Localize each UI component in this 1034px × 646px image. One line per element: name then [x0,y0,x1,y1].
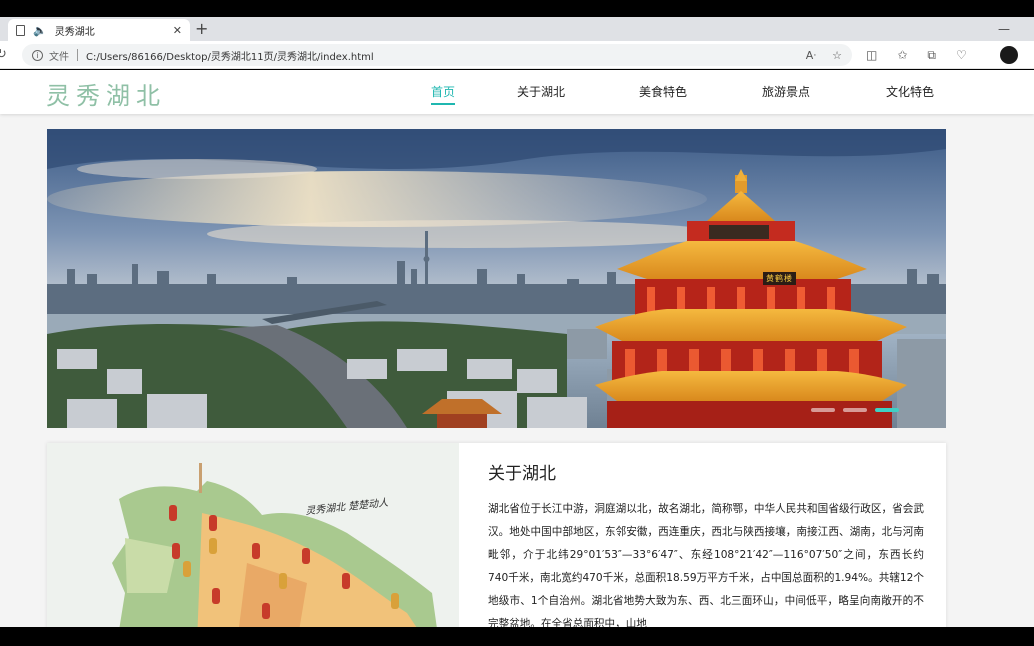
browser-toolbar: ↻ i 文件 C:/Users/86166/Desktop/灵秀湖北11页/灵秀… [0,41,1034,69]
carousel-dot-2[interactable] [843,408,867,412]
profile-avatar[interactable] [1000,46,1018,64]
video-letterbox-top [0,0,1034,17]
read-aloud-icon[interactable]: Aᐧ [806,49,816,62]
nav-culture[interactable]: 文化特色 [848,83,972,100]
yellow-crane-tower-image [47,129,946,428]
file-label: 文件 [49,51,69,63]
hero-banner[interactable]: 黄鹤楼 [47,129,946,428]
nav-home[interactable]: 首页 [406,83,480,100]
site-logo[interactable]: 灵秀湖北 [46,76,166,111]
speaker-icon[interactable]: 🔈 [33,24,47,37]
nav-attractions[interactable]: 旅游景点 [724,83,848,100]
favorites-icon[interactable]: ✩ [897,48,907,63]
extensions-icon[interactable]: ♡ [956,48,967,63]
about-body: 湖北省位于长江中游，洞庭湖以北，故名湖北，简称鄂，中华人民共和国省级行政区，省会… [488,503,924,627]
url-text[interactable]: C:/Users/86166/Desktop/灵秀湖北11页/灵秀湖北/inde… [86,48,374,63]
tower-plaque: 黄鹤楼 [763,272,796,285]
info-icon[interactable]: i [32,49,43,61]
divider [77,49,78,61]
new-tab-button[interactable]: + [195,19,208,39]
favorite-icon[interactable]: ☆ [832,49,842,62]
carousel-dot-1[interactable] [811,408,835,412]
carousel-indicators [811,408,899,412]
video-letterbox-bottom [0,627,1034,646]
about-hubei-section: 灵秀湖北 楚楚动人 关于湖北 湖北省位于长江中游，洞庭湖以北，故名湖北，简称鄂，… [47,443,946,627]
close-tab-icon[interactable]: ✕ [173,24,182,37]
page-icon [16,24,25,36]
hubei-map-image: 灵秀湖北 楚楚动人 [47,443,459,627]
nav-active-underline [431,103,455,105]
main-nav: 首页 关于湖北 美食特色 旅游景点 文化特色 [406,83,972,105]
nav-about-hubei[interactable]: 关于湖北 [480,83,602,100]
collections-icon[interactable]: ⧉ [927,48,936,63]
split-screen-icon[interactable]: ◫ [866,48,877,63]
minimize-button[interactable]: — [998,22,1010,36]
browser-tab[interactable]: 🔈 灵秀湖北 ✕ [8,19,190,41]
site-header: 灵秀湖北 首页 关于湖北 美食特色 旅游景点 文化特色 [0,70,1034,114]
address-bar[interactable]: i 文件 C:/Users/86166/Desktop/灵秀湖北11页/灵秀湖北… [22,44,852,66]
web-page: 灵秀湖北 首页 关于湖北 美食特色 旅游景点 文化特色 黄鹤楼 灵秀湖北 楚楚动… [0,70,1034,627]
nav-food[interactable]: 美食特色 [602,83,724,100]
browser-tab-strip: 🔈 灵秀湖北 ✕ + — [0,17,1034,41]
tab-title: 灵秀湖北 [54,26,95,38]
carousel-dot-3[interactable] [875,408,899,412]
about-title: 关于湖北 [488,464,556,484]
refresh-icon[interactable]: ↻ [0,47,7,62]
